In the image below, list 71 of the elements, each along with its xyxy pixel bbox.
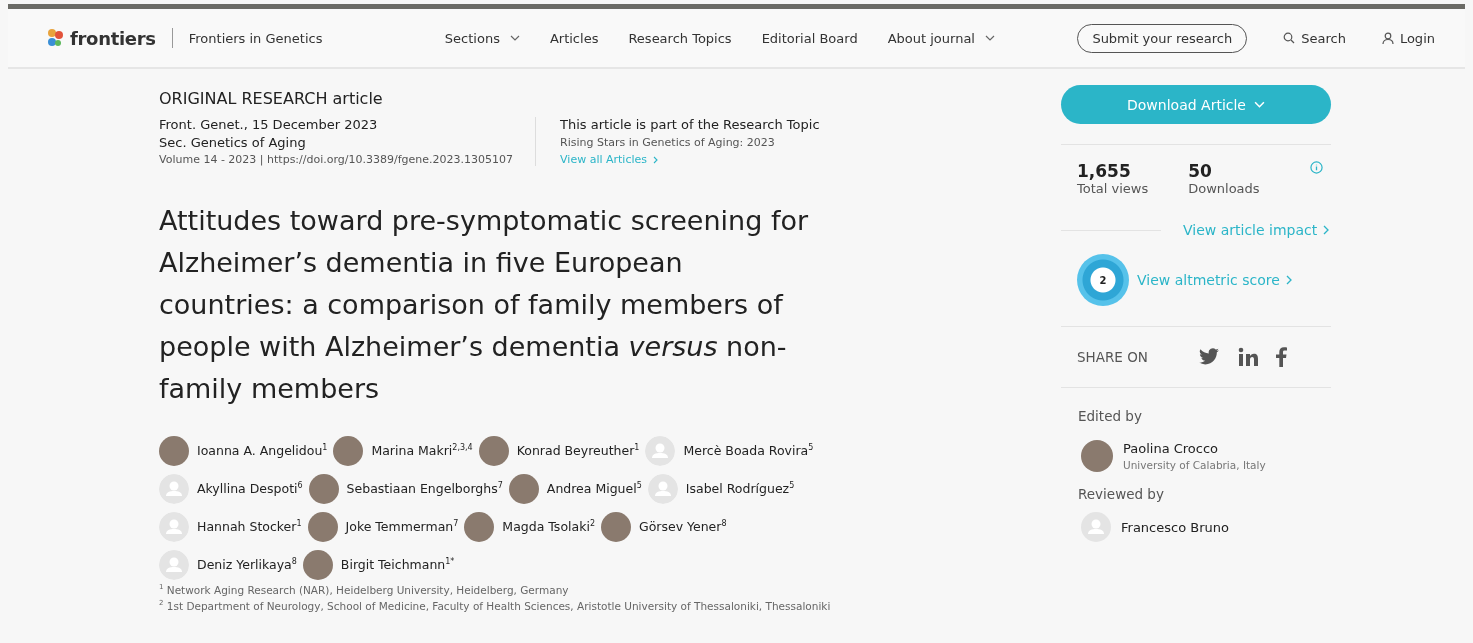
photo-placeholder	[601, 512, 631, 542]
search-link[interactable]: Search	[1283, 30, 1346, 46]
nav-link[interactable]: About journal	[887, 30, 995, 46]
reviewer-link[interactable]: Francesco Bruno	[1121, 519, 1229, 535]
article-type: ORIGINAL RESEARCH article	[159, 89, 384, 108]
photo-placeholder	[478, 436, 509, 466]
twitter-icon[interactable]	[1197, 348, 1220, 366]
chevron-right-icon	[1323, 225, 1330, 235]
affiliation-text: $^{2}$ 1st Department of Neurology, School of Medicine, Faculty of Health Sciences, Aristotle University of Thessaloniki, Thessaloniki	[159, 598, 832, 611]
search-icon	[1283, 32, 1296, 44]
metric-label: Downloads	[1188, 181, 1260, 196]
avatar-icon	[159, 512, 189, 542]
author-link[interactable]: Andrea Miguel$^{5}$	[546, 481, 642, 497]
author-link[interactable]: Ioanna A. Angelidou$^{1}$	[197, 443, 328, 459]
research-topic-link[interactable]: Rising Stars in Genetics of Aging: 2023	[560, 136, 820, 149]
section-text: Sec. Genetics of Aging	[159, 135, 307, 150]
research-topic-heading: This article is part of the Research Topic	[560, 117, 820, 132]
login-link[interactable]: Login	[1381, 30, 1435, 46]
photo-placeholder	[508, 474, 539, 504]
photo-placeholder	[159, 436, 189, 466]
author-link[interactable]: Birgit Teichmann$^{1*}$	[340, 557, 455, 573]
metric-label: Total views	[1077, 181, 1149, 196]
chevron-down-icon	[1253, 101, 1265, 108]
author-link[interactable]: Hannah Stocker$^{1}$	[197, 519, 302, 535]
reviewed-by-heading: Reviewed by	[1077, 486, 1165, 502]
metric-value: 50	[1188, 161, 1213, 181]
author-link[interactable]: Görsev Yener$^{8}$	[639, 519, 727, 535]
logo-icon	[46, 28, 66, 48]
avatar-icon	[159, 474, 189, 504]
nav-link[interactable]: Research Topics	[628, 30, 732, 46]
avatar-icon	[159, 550, 189, 580]
journal-link[interactable]: Frontiers in Genetics	[188, 30, 323, 46]
avatar-icon	[645, 436, 676, 466]
author-link[interactable]: Sebastiaan Engelborghs$^{7}$	[346, 481, 503, 497]
photo-placeholder	[308, 474, 339, 504]
chevron-right-icon	[653, 155, 658, 164]
linkedin-icon[interactable]	[1237, 347, 1258, 367]
author-link[interactable]: Mercè Boada Rovira$^{5}$	[683, 443, 814, 459]
nav-link[interactable]: Editorial Board	[761, 30, 858, 46]
altmetric-badge[interactable]: 2	[1077, 254, 1129, 306]
author-link[interactable]: Isabel Rodríguez$^{5}$	[685, 481, 795, 497]
frontiers-logo[interactable]: frontiers	[70, 27, 156, 49]
author-link[interactable]: Akyllina Despoti$^{6}$	[197, 481, 303, 497]
author-link[interactable]: Joke Temmerman$^{7}$	[345, 519, 459, 535]
edited-by-heading: Edited by	[1077, 408, 1143, 424]
avatar-icon	[647, 474, 678, 504]
author-link[interactable]: Deniz Yerlikaya$^{8}$	[197, 557, 297, 573]
nav-link[interactable]: Articles	[549, 30, 599, 46]
photo-placeholder	[1081, 440, 1113, 472]
photo-placeholder	[333, 436, 364, 466]
chevron-right-icon	[1285, 275, 1292, 285]
editor-link[interactable]: Paolina Crocco	[1123, 441, 1266, 456]
share-on-label: SHARE ON	[1077, 349, 1148, 365]
editor-affiliation: University of Calabria, Italy	[1123, 459, 1266, 471]
nav-link[interactable]: Sections	[444, 30, 520, 46]
chevron-down-icon	[509, 35, 520, 41]
photo-placeholder	[302, 550, 333, 580]
author-link[interactable]: Marina Makri$^{2,3,4}$	[371, 443, 473, 459]
volume-doi-text: Volume 14 - 2023 | https://doi.org/10.3389/fgene.2023.1305107	[159, 153, 514, 166]
affiliation-text: $^{1}$ Network Aging Research (NAR), Heidelberg University, Heidelberg, Germany	[159, 583, 570, 596]
citation-text: Front. Genet., 15 December 2023	[159, 117, 379, 132]
chevron-down-icon	[984, 35, 995, 41]
user-icon	[1381, 32, 1394, 44]
facebook-icon[interactable]	[1275, 347, 1287, 367]
avatar-icon	[1081, 512, 1111, 542]
photo-placeholder	[464, 512, 495, 542]
author-link[interactable]: Konrad Beyreuther$^{1}$	[516, 443, 640, 459]
metric-value: 1,655	[1077, 161, 1132, 181]
author-link[interactable]: Magda Tsolaki$^{2}$	[502, 519, 595, 535]
article-title: Attitudes toward pre-symptomatic screening for Alzheimer’s dementia in five European countries: a comparison of family members of people with Alzheimer’s dementia versus non-family members	[159, 204, 809, 406]
photo-placeholder	[307, 512, 338, 542]
